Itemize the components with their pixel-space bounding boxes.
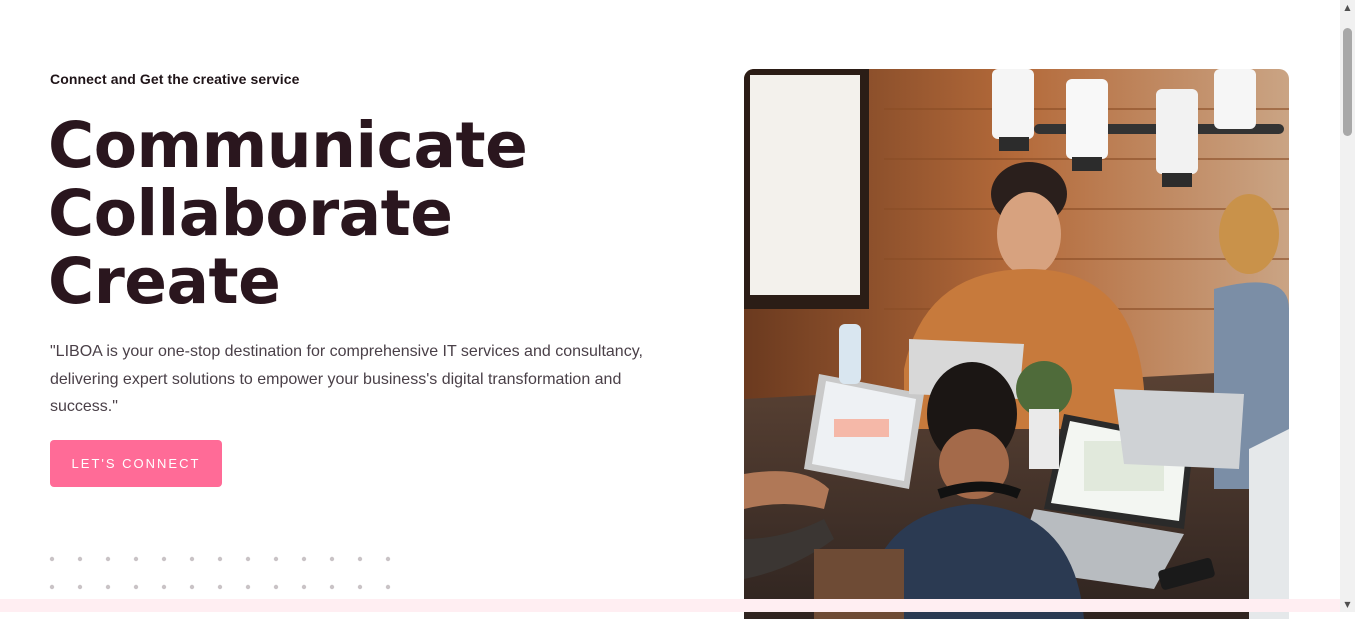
pattern-dot	[329, 584, 335, 590]
pattern-dot	[133, 556, 139, 562]
pattern-dot	[357, 584, 363, 590]
pattern-dot	[273, 556, 279, 562]
hero-description: "LIBOA is your one-stop destination for …	[50, 343, 643, 415]
pattern-dot	[49, 584, 55, 590]
pattern-dot	[161, 584, 167, 590]
pattern-dot	[385, 584, 391, 590]
pattern-dot	[217, 584, 223, 590]
pattern-dot	[189, 584, 195, 590]
dot-pattern-decoration	[46, 553, 406, 598]
vertical-scrollbar[interactable]: ▲ ▼	[1340, 0, 1355, 612]
pattern-dot	[105, 556, 111, 562]
scroll-down-arrow-icon[interactable]: ▼	[1340, 597, 1355, 612]
pattern-dot	[77, 556, 83, 562]
hero-section: Connect and Get the creative service Com…	[0, 0, 1340, 619]
pattern-dot	[133, 584, 139, 590]
headline-line-communicate: Communicate	[48, 109, 528, 182]
pattern-dot	[189, 556, 195, 562]
scrollbar-thumb[interactable]	[1343, 28, 1352, 136]
pattern-dot	[105, 584, 111, 590]
pattern-dot	[161, 556, 167, 562]
pattern-dot	[217, 556, 223, 562]
pattern-dot	[357, 556, 363, 562]
hero-team-photo	[744, 69, 1289, 619]
pattern-dot	[245, 584, 251, 590]
pattern-dot	[77, 584, 83, 590]
scroll-up-arrow-icon[interactable]: ▲	[1340, 0, 1355, 15]
pattern-dot	[385, 556, 391, 562]
lets-connect-button[interactable]: LET'S CONNECT	[50, 440, 222, 487]
hero-eyebrow: Connect and Get the creative service	[50, 71, 300, 87]
pattern-dot	[49, 556, 55, 562]
pattern-dot	[273, 584, 279, 590]
pattern-dot	[301, 584, 307, 590]
pattern-dot	[245, 556, 251, 562]
pattern-dot	[301, 556, 307, 562]
headline-line-collaborate: Collaborate	[48, 177, 453, 250]
headline-line-create: Create	[48, 245, 281, 318]
bottom-strip	[0, 599, 1340, 612]
hero-headline: Communicate Collaborate Create	[48, 109, 528, 318]
pattern-dot	[329, 556, 335, 562]
